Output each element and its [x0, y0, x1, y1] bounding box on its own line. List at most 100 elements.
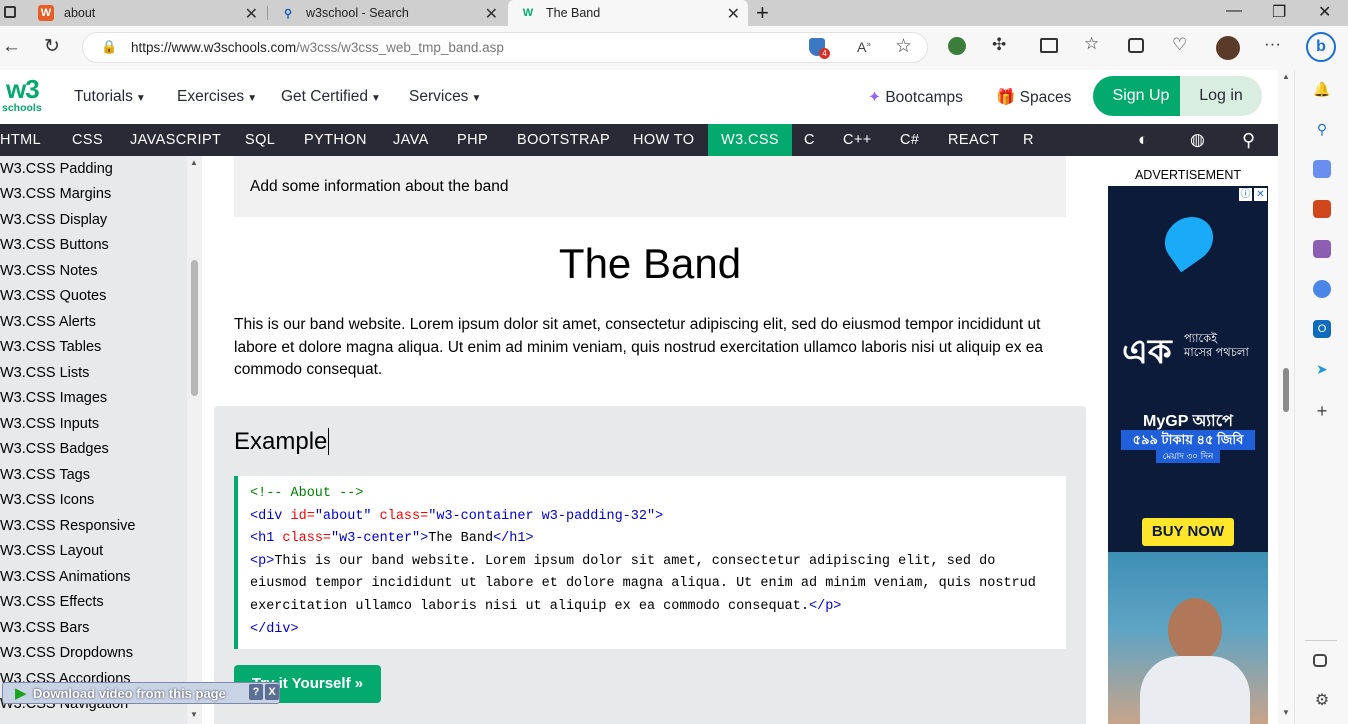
ad-close-icon[interactable]: ✕ [1254, 188, 1267, 201]
close-icon[interactable]: ✕ [245, 4, 258, 24]
scrollbar-thumb[interactable] [191, 260, 198, 396]
topnav-java[interactable]: JAVA [393, 124, 429, 156]
topnav-bootstrap[interactable]: BOOTSTRAP [517, 124, 610, 156]
download-video-label[interactable]: Download video from this page [33, 686, 226, 701]
globe-icon[interactable]: ◍ [1190, 124, 1205, 156]
sidebar-item[interactable]: W3.CSS Responsive [0, 518, 135, 534]
w3schools-logo[interactable]: w3 schools [0, 74, 44, 118]
example-box: Example <!-- About --> <div id="about" c… [214, 406, 1086, 724]
tools-icon[interactable] [1313, 200, 1331, 218]
dark-mode-icon[interactable]: ◐ [1138, 124, 1149, 156]
sidebar-toggle-icon[interactable] [1313, 654, 1327, 667]
sidebar-item[interactable]: W3.CSS Display [0, 212, 107, 228]
sidebar-item[interactable]: W3.CSS Icons [0, 492, 94, 508]
sidebar-item[interactable]: W3.CSS Dropdowns [0, 645, 133, 661]
tab-the-band[interactable]: W The Band ✕ [508, 0, 748, 26]
bootcamps-link[interactable]: ✦ Bootcamps [868, 88, 963, 107]
topnav-cpp[interactable]: C++ [843, 124, 872, 156]
close-window-icon[interactable]: ✕ [1318, 2, 1331, 22]
lock-icon[interactable]: 🔒 [101, 39, 117, 55]
topnav-javascript[interactable]: JAVASCRIPT [130, 124, 221, 156]
topnav-sql[interactable]: SQL [245, 124, 275, 156]
send-icon[interactable]: ➤ [1313, 360, 1331, 378]
microsoft365-icon[interactable] [1313, 280, 1331, 298]
split-screen-icon[interactable] [1040, 38, 1058, 53]
sidebar-item[interactable]: W3.CSS Alerts [0, 314, 96, 330]
sidebar-item[interactable]: W3.CSS Badges [0, 441, 109, 457]
sidebar-item[interactable]: W3.CSS Margins [0, 186, 111, 202]
refresh-icon[interactable]: ↻ [44, 35, 60, 58]
minimize-icon[interactable]: — [1226, 2, 1242, 20]
sidebar-item[interactable]: W3.CSS Padding [0, 161, 113, 177]
profile-avatar[interactable] [1216, 36, 1240, 60]
copilot-icon[interactable]: b [1306, 32, 1336, 62]
browser-essentials-icon[interactable]: ♡ [1172, 35, 1187, 55]
advertisement-banner[interactable]: ⓘ ✕ এক প্যাকেই মাসের পথচলা MyGP অ্যাপে ৫৯… [1108, 186, 1268, 724]
sidebar-item[interactable]: W3.CSS Quotes [0, 288, 106, 304]
sidebar-item[interactable]: W3.CSS Buttons [0, 237, 109, 253]
tab-about[interactable]: W about ✕ [26, 0, 266, 26]
favorite-star-icon[interactable]: ☆ [895, 35, 912, 58]
search-icon[interactable]: ⚲ [1242, 124, 1256, 156]
menu-get-certified[interactable]: Get Certified ▼ [281, 88, 381, 106]
sidebar-item[interactable]: W3.CSS Effects [0, 594, 104, 610]
topnav-how-to[interactable]: HOW TO [633, 124, 694, 156]
sidebar-item[interactable]: W3.CSS Lists [0, 365, 89, 381]
topnav-r[interactable]: R [1023, 124, 1034, 156]
topnav-csharp[interactable]: C# [900, 124, 919, 156]
ad-info-icon[interactable]: ⓘ [1239, 188, 1252, 201]
spaces-link[interactable]: 🎁 Spaces [996, 88, 1071, 107]
topnav-python[interactable]: PYTHON [304, 124, 367, 156]
close-button[interactable]: X [265, 684, 279, 700]
code-block[interactable]: <!-- About --> <div id="about" class="w3… [234, 476, 1066, 649]
help-button[interactable]: ? [249, 684, 263, 700]
close-icon[interactable]: ✕ [727, 4, 740, 24]
w3schools-header: w3 schools Tutorials ▼ Exercises ▼ Get Cer… [0, 70, 1294, 124]
add-icon[interactable]: + [1313, 402, 1331, 420]
sidebar-item[interactable]: W3.CSS Layout [0, 543, 103, 559]
log-in-button[interactable]: Log in [1180, 76, 1262, 116]
favorites-icon[interactable]: ☆ [1084, 34, 1099, 54]
shopping-tag-icon[interactable] [1313, 160, 1331, 178]
tab-search[interactable]: ⚲ w3school - Search ✕ [268, 0, 506, 26]
ad-buy-now-button[interactable]: BUY NOW [1142, 518, 1234, 546]
sidebar-item[interactable]: W3.CSS Tags [0, 467, 90, 483]
sidebar-item[interactable]: W3.CSS Images [0, 390, 107, 406]
sidebar-item[interactable]: W3.CSS Tables [0, 339, 101, 355]
settings-gear-icon[interactable]: ⚙ [1313, 692, 1331, 710]
topnav-c[interactable]: C [804, 124, 815, 156]
extensions-puzzle-icon[interactable]: ✣ [992, 35, 1006, 55]
search-icon[interactable]: ⚲ [1313, 120, 1331, 138]
sidebar-scrollbar[interactable]: ▲ ▼ [187, 156, 202, 724]
address-bar[interactable]: 🔒 https://www.w3schools.com/w3css/w3css_… [82, 32, 928, 63]
page-scrollbar[interactable]: ▲ ▼ [1278, 70, 1294, 724]
notification-bell-icon[interactable]: 🔔 [1313, 80, 1331, 98]
topnav-react[interactable]: REACT [948, 124, 999, 156]
sidebar-item[interactable]: W3.CSS Bars [0, 620, 89, 636]
topnav-php[interactable]: PHP [457, 124, 488, 156]
new-tab-icon[interactable]: + [756, 0, 769, 26]
collections-icon[interactable] [1128, 38, 1144, 53]
topnav-css[interactable]: CSS [72, 124, 103, 156]
scrollbar-thumb[interactable] [1283, 368, 1289, 412]
sidebar-item[interactable]: W3.CSS Inputs [0, 416, 99, 432]
topnav-html[interactable]: HTML [0, 124, 41, 156]
read-aloud-icon[interactable]: A» [857, 39, 871, 55]
topnav-w3css[interactable]: W3.CSS [708, 124, 792, 156]
sign-up-button[interactable]: Sign Up [1093, 76, 1189, 116]
tab-title: The Band [546, 6, 601, 20]
menu-exercises[interactable]: Exercises ▼ [177, 88, 257, 106]
close-icon[interactable]: ✕ [485, 4, 498, 24]
extension-globe-icon[interactable] [948, 37, 966, 55]
menu-services[interactable]: Services ▼ [409, 88, 481, 106]
tab-actions-icon[interactable] [4, 6, 16, 18]
sidebar-item[interactable]: W3.CSS Animations [0, 569, 131, 585]
maximize-icon[interactable]: ❐ [1272, 2, 1286, 22]
outlook-icon[interactable]: O [1313, 320, 1331, 338]
download-video-bar[interactable]: ▶ Download video from this page ? X [2, 682, 280, 704]
more-menu-icon[interactable]: ··· [1264, 34, 1281, 54]
back-icon[interactable]: ← [2, 36, 21, 58]
menu-tutorials[interactable]: Tutorials ▼ [74, 88, 146, 106]
games-icon[interactable] [1313, 240, 1331, 258]
sidebar-item[interactable]: W3.CSS Notes [0, 263, 98, 279]
